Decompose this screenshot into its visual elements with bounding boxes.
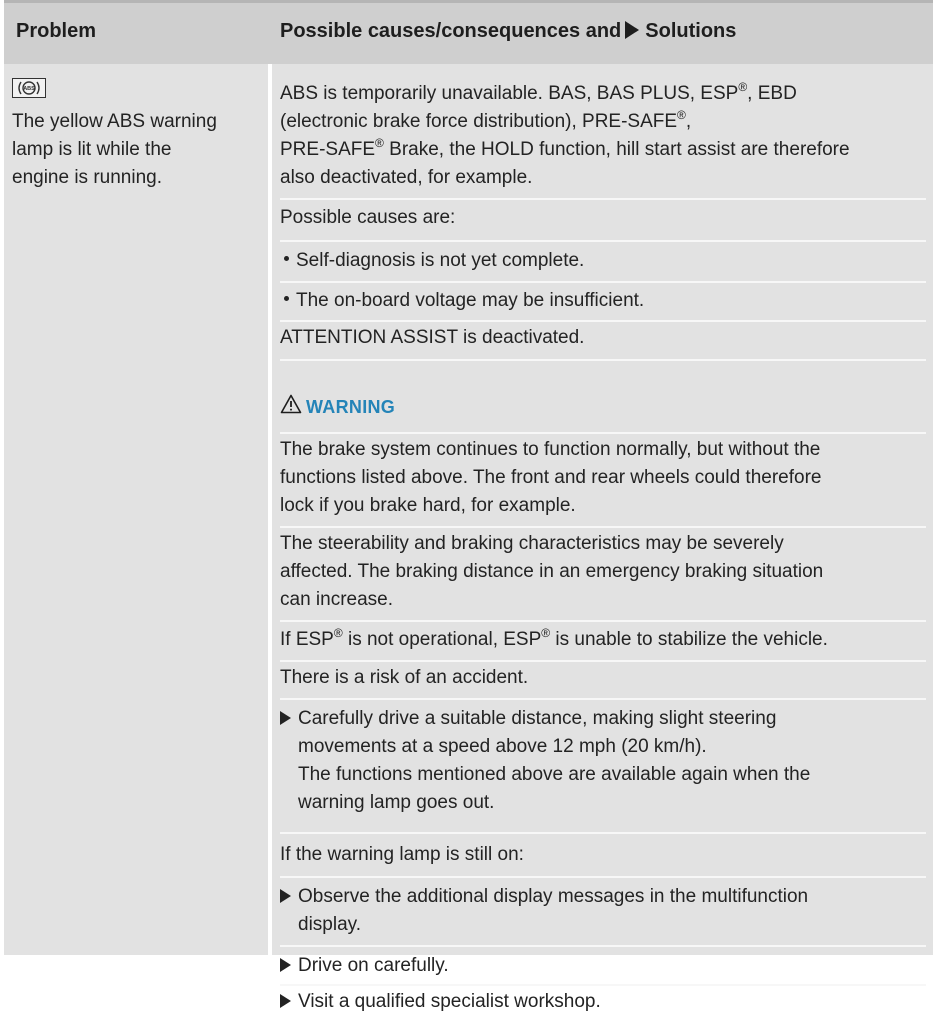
- step1-line: Carefully drive a suitable distance, mak…: [280, 705, 776, 733]
- step-arrow-icon: [280, 711, 291, 725]
- bullet-icon: [284, 296, 289, 301]
- divider-rule: [280, 945, 926, 947]
- divider-rule: [280, 984, 926, 986]
- table-row: ABS The yellow ABS warning lamp is lit w…: [4, 64, 933, 1012]
- problem-line-3: engine is running.: [12, 167, 162, 188]
- step-arrow-icon: [280, 958, 291, 972]
- intro-line-2b: ,: [685, 111, 692, 132]
- divider-rule: [280, 876, 926, 878]
- intro-line-2a: (electronic brake force distribution), P…: [280, 111, 678, 132]
- divider-rule: [280, 281, 926, 283]
- problem-line-1: The yellow ABS warning: [12, 111, 217, 132]
- intro-line-1: ABS is temporarily unavailable. BAS, BAS…: [280, 80, 797, 108]
- step-arrow-icon: [280, 889, 291, 903]
- abs-warning-lamp-icon: ABS: [12, 78, 46, 98]
- divider-rule: [280, 198, 926, 200]
- step-line: display.: [298, 914, 362, 935]
- registered-mark: ®: [541, 626, 551, 640]
- divider-rule: [280, 432, 926, 434]
- cause-item: The on-board voltage may be insufficient…: [284, 287, 644, 315]
- header-solutions: Possible causes/consequences and Solution…: [280, 20, 736, 43]
- warning-p1-line: functions listed above. The front and re…: [280, 467, 822, 488]
- divider-rule: [280, 620, 926, 622]
- warning-p3b: is not operational, ESP: [342, 629, 542, 650]
- problem-cell: ABS The yellow ABS warning lamp is lit w…: [4, 64, 268, 955]
- step-line: Visit a qualified specialist workshop.: [280, 988, 601, 1016]
- warning-title: WARNING: [306, 397, 396, 417]
- step-arrow-icon: [280, 994, 291, 1008]
- step4-text: Visit a qualified specialist workshop.: [298, 991, 601, 1012]
- divider-rule: [280, 832, 926, 834]
- solutions-cell: ABS is temporarily unavailable. BAS, BAS…: [272, 64, 933, 1012]
- cause-item: Self-diagnosis is not yet complete.: [284, 247, 584, 275]
- divider-rule: [280, 359, 926, 361]
- step1-text: Carefully drive a suitable distance, mak…: [298, 708, 777, 729]
- cause-item-text: Self-diagnosis is not yet complete.: [296, 250, 585, 271]
- step1-line: movements at a speed above 12 mph (20 km…: [298, 736, 707, 757]
- warning-p3c: is unable to stabilize the vehicle.: [550, 629, 828, 650]
- triangle-arrow-icon: [625, 21, 640, 39]
- table-header: Problem Possible causes/consequences and…: [4, 0, 933, 64]
- step2-text: Observe the additional display messages …: [298, 886, 809, 907]
- divider-rule: [280, 320, 926, 322]
- step1-line: warning lamp goes out.: [298, 792, 495, 813]
- warning-p3: If ESP® is not operational, ESP® is unab…: [280, 626, 828, 654]
- divider-rule: [280, 526, 926, 528]
- registered-mark: ®: [677, 108, 686, 122]
- still-on-title: If the warning lamp is still on:: [280, 844, 524, 865]
- registered-mark: ®: [375, 136, 384, 150]
- problem-line-2: lamp is lit while the: [12, 139, 172, 160]
- header-problem: Problem: [16, 20, 97, 42]
- warning-p2-line: The steerability and braking characteris…: [280, 533, 784, 554]
- step-line: Drive on carefully.: [280, 952, 449, 980]
- warning-p1-line: lock if you brake hard, for example.: [280, 495, 576, 516]
- registered-mark: ®: [738, 80, 748, 94]
- warning-p3a: If ESP: [280, 629, 334, 650]
- warning-p1-line: The brake system continues to function n…: [280, 439, 821, 460]
- causes-title: Possible causes are:: [280, 207, 456, 228]
- header-solutions-post: Solutions: [645, 20, 737, 42]
- divider-rule: [280, 240, 926, 242]
- intro-line-1a: ABS is temporarily unavailable. BAS, BAS…: [280, 83, 739, 104]
- step-line: Observe the additional display messages …: [280, 883, 808, 911]
- warning-p2-line: affected. The braking distance in an eme…: [280, 561, 824, 582]
- divider-rule: [280, 698, 926, 700]
- step1-line: The functions mentioned above are availa…: [298, 764, 811, 785]
- intro-line-4: also deactivated, for example.: [280, 167, 533, 188]
- warning-p2-line: can increase.: [280, 589, 394, 610]
- intro-line-3b: Brake, the HOLD function, hill start ass…: [383, 139, 850, 160]
- divider-rule: [280, 660, 926, 662]
- warning-triangle-icon: [280, 394, 302, 414]
- intro-line-3: PRE-SAFE® Brake, the HOLD function, hill…: [280, 136, 850, 164]
- abs-icon-label: ABS: [23, 86, 35, 92]
- registered-mark: ®: [333, 626, 343, 640]
- intro-line-3a: PRE-SAFE: [280, 139, 376, 160]
- step3-text: Drive on carefully.: [298, 955, 449, 976]
- bullet-icon: [284, 256, 289, 261]
- intro-line-1b: , EBD: [747, 83, 797, 104]
- troubleshooting-table: Problem Possible causes/consequences and…: [4, 0, 933, 1012]
- warning-p4: There is a risk of an accident.: [280, 667, 529, 688]
- attention-assist-note: ATTENTION ASSIST is deactivated.: [280, 327, 585, 348]
- header-solutions-pre: Possible causes/consequences and: [280, 20, 622, 42]
- intro-line-2: (electronic brake force distribution), P…: [280, 108, 691, 136]
- cause-item-text: The on-board voltage may be insufficient…: [296, 290, 645, 311]
